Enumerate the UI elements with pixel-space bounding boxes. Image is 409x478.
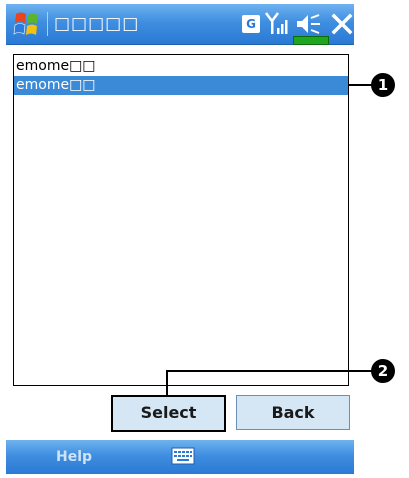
battery-icon (293, 36, 329, 45)
windows-start-icon[interactable] (10, 8, 44, 40)
callout-1-leader (348, 84, 372, 86)
title-separator (47, 12, 48, 36)
keyboard-icon[interactable] (171, 446, 195, 466)
callout-2: 2 (371, 359, 395, 383)
back-button[interactable]: Back (236, 395, 350, 430)
help-softkey[interactable]: Help (56, 440, 92, 474)
app-title: □□□□□ (54, 14, 140, 34)
select-button[interactable]: Select (111, 395, 226, 432)
volume-muted-icon[interactable] (295, 13, 321, 35)
list-item-selected[interactable]: emome□□ (14, 76, 348, 95)
g-network-icon[interactable]: G (242, 15, 260, 33)
signal-icon[interactable] (265, 10, 289, 36)
pocketpc-screen: □□□□□ G emome□□ emome□□ Select Back Help… (0, 0, 409, 478)
network-list[interactable]: emome□□ emome□□ (13, 54, 349, 386)
menu-bar: Help (6, 440, 354, 474)
close-icon[interactable] (331, 12, 353, 36)
title-bar: □□□□□ G (6, 4, 354, 45)
list-item[interactable]: emome□□ (14, 57, 348, 76)
callout-2-leader (166, 370, 372, 372)
callout-1: 1 (371, 73, 395, 97)
callout-2-leader-drop (166, 370, 168, 396)
